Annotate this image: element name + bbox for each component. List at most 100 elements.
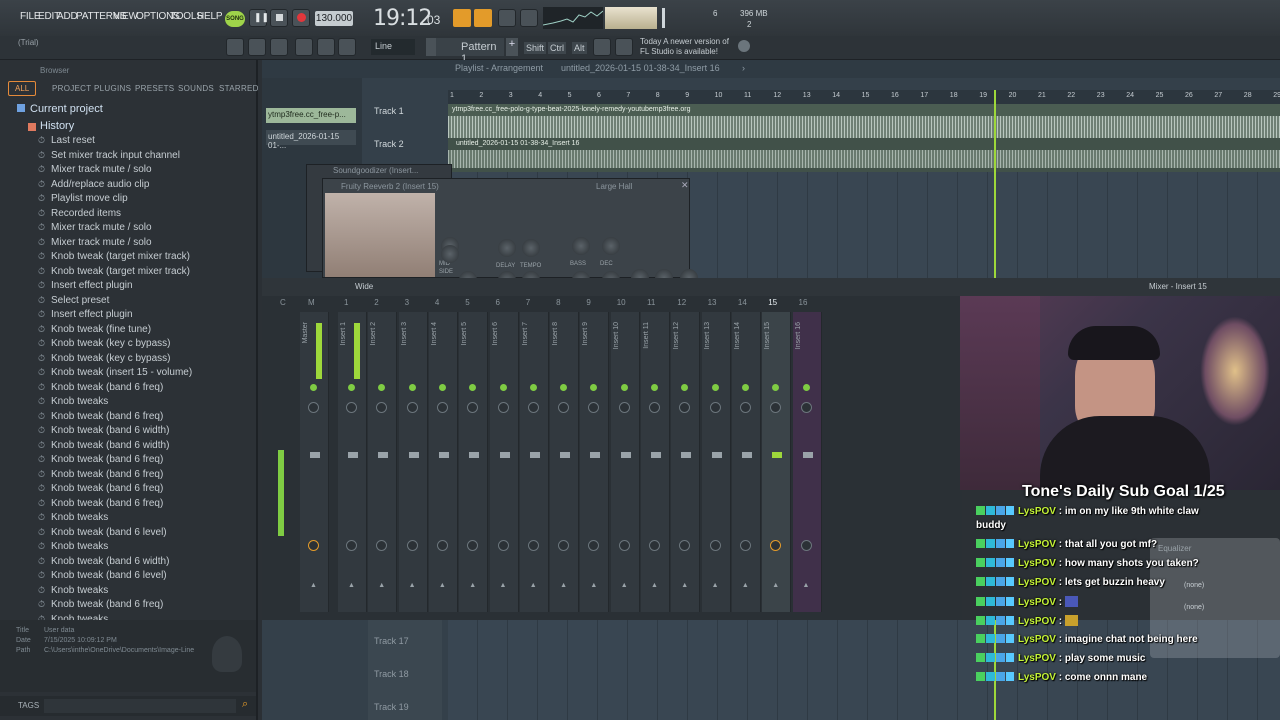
channel-rack-icon[interactable] xyxy=(248,38,266,56)
mixer-strip[interactable]: Insert 16 ▲ xyxy=(792,312,822,612)
volume-fader[interactable] xyxy=(651,452,661,458)
mixer-strip[interactable]: Insert 15 ▲ xyxy=(762,312,792,612)
history-item[interactable]: Knob tweak (insert 15 - volume) xyxy=(38,367,192,378)
master-volume-meter[interactable] xyxy=(605,7,657,29)
route-knob[interactable] xyxy=(649,540,660,551)
pan-knob[interactable] xyxy=(558,402,570,413)
typing-keyboard-icon[interactable] xyxy=(593,38,611,56)
news-icon[interactable] xyxy=(615,38,633,56)
history-item[interactable]: Knob tweak (band 6 width) xyxy=(38,556,169,567)
volume-fader[interactable] xyxy=(620,452,631,458)
track-2-header[interactable]: Track 2 xyxy=(374,139,404,149)
history-item[interactable]: Knob tweak (band 6 freq) xyxy=(38,469,163,480)
pan-knob[interactable] xyxy=(618,402,630,413)
track-18-header[interactable]: Track 18 xyxy=(374,669,409,679)
send-arrow-icon[interactable]: ▲ xyxy=(803,582,810,589)
strip-enable-led[interactable] xyxy=(711,384,719,391)
history-item[interactable]: Recorded items xyxy=(38,208,121,219)
pan-knob[interactable] xyxy=(770,402,782,413)
strip-enable-led[interactable] xyxy=(438,384,446,391)
history-item[interactable]: Knob tweak (band 6 level) xyxy=(38,527,167,538)
mixer-strip[interactable]: Insert 5 ▲ xyxy=(459,312,489,612)
history-item[interactable]: Mixer track mute / solo xyxy=(38,222,152,233)
time-display[interactable]: 19:12 xyxy=(373,6,432,31)
menu-help[interactable]: HELP xyxy=(197,11,223,22)
volume-fader[interactable] xyxy=(348,452,358,458)
tempo-display[interactable]: 130.000 xyxy=(315,11,353,26)
send-arrow-icon[interactable]: ▲ xyxy=(310,582,317,589)
route-knob[interactable] xyxy=(376,540,388,551)
volume-fader[interactable] xyxy=(681,452,692,458)
history-item[interactable]: Knob tweak (band 6 freq) xyxy=(38,599,163,610)
tab-plugins[interactable]: PLUGINS xyxy=(94,84,131,93)
history-item[interactable]: Insert effect plugin xyxy=(38,280,132,291)
reverb-knob[interactable] xyxy=(572,237,590,255)
reverb-preset[interactable]: Large Hall xyxy=(596,182,632,191)
tags-input[interactable] xyxy=(44,699,236,713)
tab-starred[interactable]: STARRED xyxy=(219,84,259,93)
ctrl-button[interactable]: Ctrl xyxy=(548,42,566,54)
metronome-icon[interactable] xyxy=(453,9,471,27)
strip-enable-led[interactable] xyxy=(741,384,749,391)
clip-audio-2[interactable]: untitled_2026-01-15 01-38-34_Insert 16 xyxy=(448,138,1280,172)
mixer-strip[interactable]: Insert 11 ▲ xyxy=(641,312,670,612)
send-arrow-icon[interactable]: ▲ xyxy=(469,582,476,589)
send-arrow-icon[interactable]: ▲ xyxy=(712,582,719,589)
pan-knob[interactable] xyxy=(406,402,418,413)
add-pattern-icon[interactable]: + xyxy=(506,38,518,56)
volume-fader[interactable] xyxy=(741,452,752,458)
history-item[interactable]: Knob tweak (fine tune) xyxy=(38,324,151,335)
history-item[interactable]: Playlist move clip xyxy=(38,193,128,204)
send-arrow-icon[interactable]: ▲ xyxy=(348,582,355,589)
pan-knob[interactable] xyxy=(308,402,319,413)
send-arrow-icon[interactable]: ▲ xyxy=(621,582,628,589)
strip-enable-led[interactable] xyxy=(348,384,355,391)
send-arrow-icon[interactable]: ▲ xyxy=(772,582,779,589)
snap-selector[interactable]: Line xyxy=(371,39,415,55)
mixer-strip[interactable]: Master ▲ xyxy=(300,312,329,612)
strip-enable-led[interactable] xyxy=(499,384,507,391)
history-item[interactable]: Knob tweaks xyxy=(38,396,108,407)
tap-tempo-icon[interactable] xyxy=(520,9,538,27)
route-knob[interactable] xyxy=(558,540,570,551)
route-knob[interactable] xyxy=(527,540,539,551)
history-item[interactable]: Knob tweak (target mixer track) xyxy=(38,251,190,262)
timeline-ruler[interactable]: 1 2 3 4 5 6 7 8 9 10 11 12 13 14 15 16 17 18 19 20 21 22 23 24 2… xyxy=(448,90,1280,104)
route-knob[interactable] xyxy=(739,540,751,551)
piano-roll-icon[interactable] xyxy=(270,38,288,56)
pan-knob[interactable] xyxy=(679,402,691,413)
mixer-strip[interactable]: Insert 12 ▲ xyxy=(671,312,701,612)
history-item[interactable]: Knob tweak (band 6 freq) xyxy=(38,483,163,494)
route-knob[interactable] xyxy=(497,540,509,551)
mixer-strip[interactable]: Insert 13 ▲ xyxy=(701,312,731,612)
clip-source-1[interactable]: ytmp3free.cc_free-p... xyxy=(266,108,356,123)
volume-fader[interactable] xyxy=(408,452,419,458)
route-knob[interactable] xyxy=(709,540,721,551)
play-button[interactable]: ❚❚ xyxy=(249,9,269,27)
playhead[interactable] xyxy=(994,90,996,278)
mixer-strip[interactable]: Insert 2 ▲ xyxy=(368,312,398,612)
song-mode-toggle[interactable]: SONG xyxy=(225,11,245,27)
history-item[interactable]: Knob tweaks xyxy=(38,585,108,596)
strip-enable-led[interactable] xyxy=(560,384,568,391)
track-19-header[interactable]: Track 19 xyxy=(374,702,409,712)
close-icon[interactable]: ✕ xyxy=(681,180,689,191)
reverb-knob[interactable] xyxy=(602,237,620,255)
volume-fader[interactable] xyxy=(772,452,783,458)
route-knob[interactable] xyxy=(679,540,691,551)
history-item[interactable]: Knob tweak (target mixer track) xyxy=(38,266,190,277)
tab-all[interactable]: ALL xyxy=(8,81,36,96)
strip-enable-led[interactable] xyxy=(620,384,628,391)
strip-enable-led[interactable] xyxy=(529,384,537,391)
send-arrow-icon[interactable]: ▲ xyxy=(409,582,416,589)
track-1-header[interactable]: Track 1 xyxy=(374,106,404,116)
mixer-strip[interactable]: Insert 14 ▲ xyxy=(731,312,761,612)
mixer-strip[interactable]: Insert 1 ▲ xyxy=(338,312,367,612)
mixer-view-icon[interactable] xyxy=(295,38,313,56)
mixer-strip[interactable]: Insert 9 ▲ xyxy=(580,312,610,612)
mixer-strip[interactable]: Insert 8 ▲ xyxy=(550,312,580,612)
volume-fader[interactable] xyxy=(469,452,480,458)
clip-source-2[interactable]: untitled_2026-01-15 01-... xyxy=(266,130,356,150)
pan-knob[interactable] xyxy=(800,402,812,413)
pan-knob[interactable] xyxy=(709,402,721,413)
